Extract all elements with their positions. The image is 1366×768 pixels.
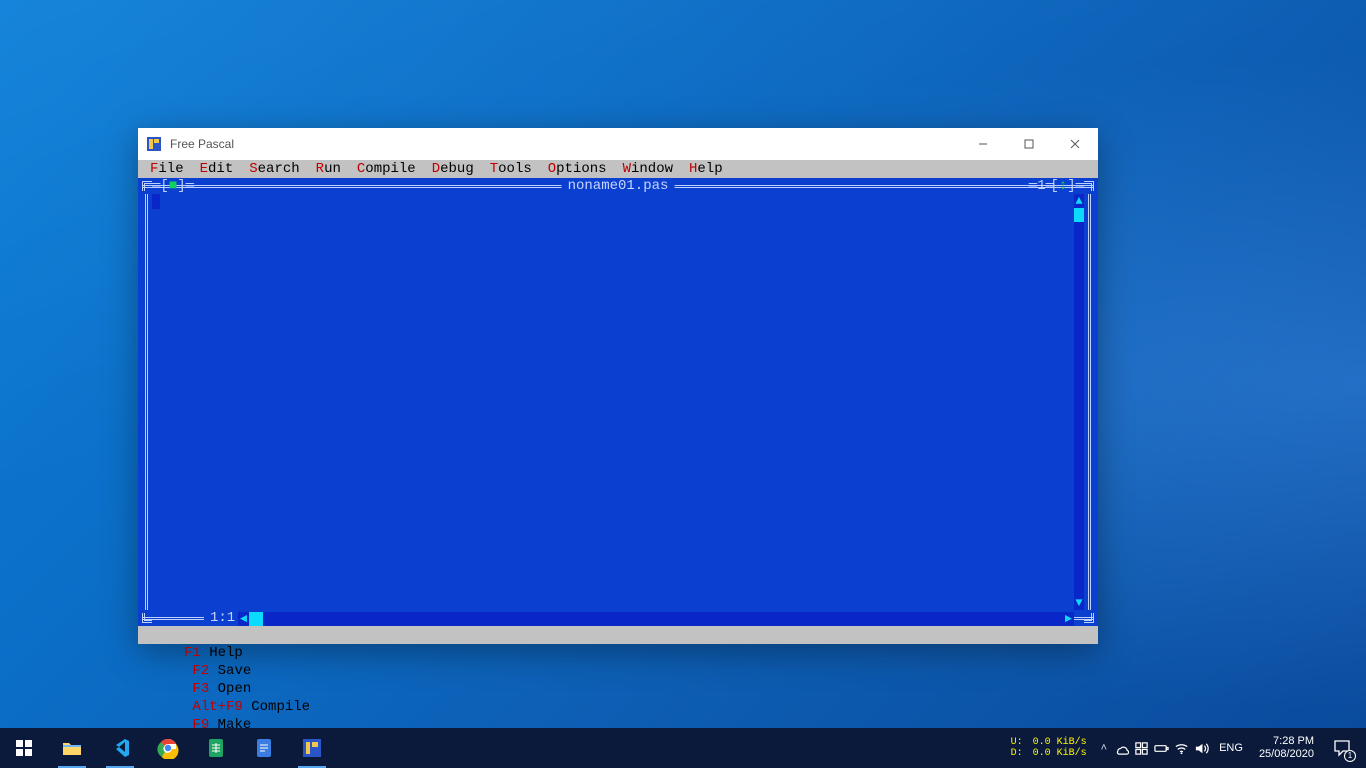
menu-window[interactable]: Window [615, 160, 681, 178]
menu-compile[interactable]: Compile [349, 160, 424, 178]
start-button[interactable] [0, 728, 48, 768]
scroll-down-icon[interactable]: ▼ [1075, 596, 1082, 610]
hscroll-thumb[interactable] [249, 612, 263, 626]
onedrive-icon[interactable] [1111, 728, 1131, 768]
editor-filename: noname01.pas [562, 178, 675, 194]
wifi-icon[interactable] [1171, 728, 1191, 768]
menu-search[interactable]: Search [241, 160, 307, 178]
scroll-right-icon[interactable]: ► [1063, 611, 1074, 627]
text-cursor [152, 194, 160, 209]
editor-body[interactable] [152, 194, 1084, 610]
taskbar-item-vscode[interactable] [96, 728, 144, 768]
taskbar-item-chrome[interactable] [144, 728, 192, 768]
scroll-up-icon[interactable]: ▲ [1075, 194, 1082, 208]
maximize-button[interactable] [1006, 128, 1052, 160]
language-indicator[interactable]: ENG [1211, 742, 1251, 754]
menu-bar: File Edit Search Run Compile Debug Tools… [138, 160, 1098, 178]
editor-vscrollbar[interactable]: ▲ ▼ [1074, 194, 1084, 610]
taskbar-item-file-explorer[interactable] [48, 728, 96, 768]
app-icon [146, 136, 162, 152]
menu-options[interactable]: Options [540, 160, 615, 178]
windows-logo-icon [13, 737, 35, 759]
menu-debug[interactable]: Debug [424, 160, 482, 178]
menu-tools[interactable]: Tools [482, 160, 540, 178]
notification-count-badge: 1 [1344, 750, 1356, 762]
editor-close-widget[interactable]: ═[■]═ [152, 178, 194, 194]
status-item-compile[interactable]: Alt+F9 Compile [176, 699, 310, 715]
taskbar-item-free-pascal[interactable] [288, 728, 336, 768]
menu-edit[interactable]: Edit [192, 160, 242, 178]
editor-area[interactable]: ═[■]═ noname01.pas ═1═ [↕]═ ▲ ▼ 1:1 ◄ ► [138, 178, 1098, 626]
editor-hscrollbar[interactable]: ◄ ► [238, 612, 1074, 626]
clock-time: 7:28 PM [1259, 735, 1314, 748]
editor-zoom-widget[interactable]: [↕]═ [1050, 178, 1084, 194]
taskbar-item-sheets[interactable] [192, 728, 240, 768]
titlebar[interactable]: Free Pascal [138, 128, 1098, 160]
net-meter[interactable]: U: 0.0 KiB/s D: 0.0 KiB/s [1011, 737, 1087, 759]
taskbar: U: 0.0 KiB/s D: 0.0 KiB/s ˄ ENG 7:28 PM … [0, 728, 1366, 768]
document-icon [253, 737, 275, 759]
system-tray: U: 0.0 KiB/s D: 0.0 KiB/s ˄ ENG 7:28 PM … [1011, 728, 1366, 768]
security-icon[interactable] [1131, 728, 1151, 768]
cursor-position: 1:1 [204, 610, 241, 626]
menu-help[interactable]: Help [681, 160, 731, 178]
window-title: Free Pascal [170, 137, 234, 151]
app-window: Free Pascal File Edit Search Run Compile… [138, 128, 1098, 644]
status-bar: F1 Help F2 Save F3 Open Alt+F9 Compile F… [138, 626, 1098, 644]
scroll-left-icon[interactable]: ◄ [238, 611, 249, 627]
menu-run[interactable]: Run [308, 160, 349, 178]
folder-icon [61, 737, 83, 759]
free-pascal-icon [301, 737, 323, 759]
close-button[interactable] [1052, 128, 1098, 160]
vscroll-thumb[interactable] [1074, 208, 1084, 222]
status-item-save[interactable]: F2 Save [176, 663, 252, 679]
volume-icon[interactable] [1191, 728, 1211, 768]
menu-file[interactable]: File [142, 160, 192, 178]
vscode-icon [109, 737, 131, 759]
power-icon[interactable] [1151, 728, 1171, 768]
taskbar-item-docs[interactable] [240, 728, 288, 768]
clock-date: 25/08/2020 [1259, 748, 1314, 761]
action-center-button[interactable]: 1 [1322, 728, 1362, 768]
status-item-help[interactable]: F1 Help [176, 645, 243, 661]
tray-overflow-icon[interactable]: ˄ [1101, 742, 1107, 754]
status-item-open[interactable]: F3 Open [176, 681, 252, 697]
spreadsheet-icon [205, 737, 227, 759]
chrome-icon [157, 737, 179, 759]
minimize-button[interactable] [960, 128, 1006, 160]
clock[interactable]: 7:28 PM 25/08/2020 [1251, 735, 1322, 761]
